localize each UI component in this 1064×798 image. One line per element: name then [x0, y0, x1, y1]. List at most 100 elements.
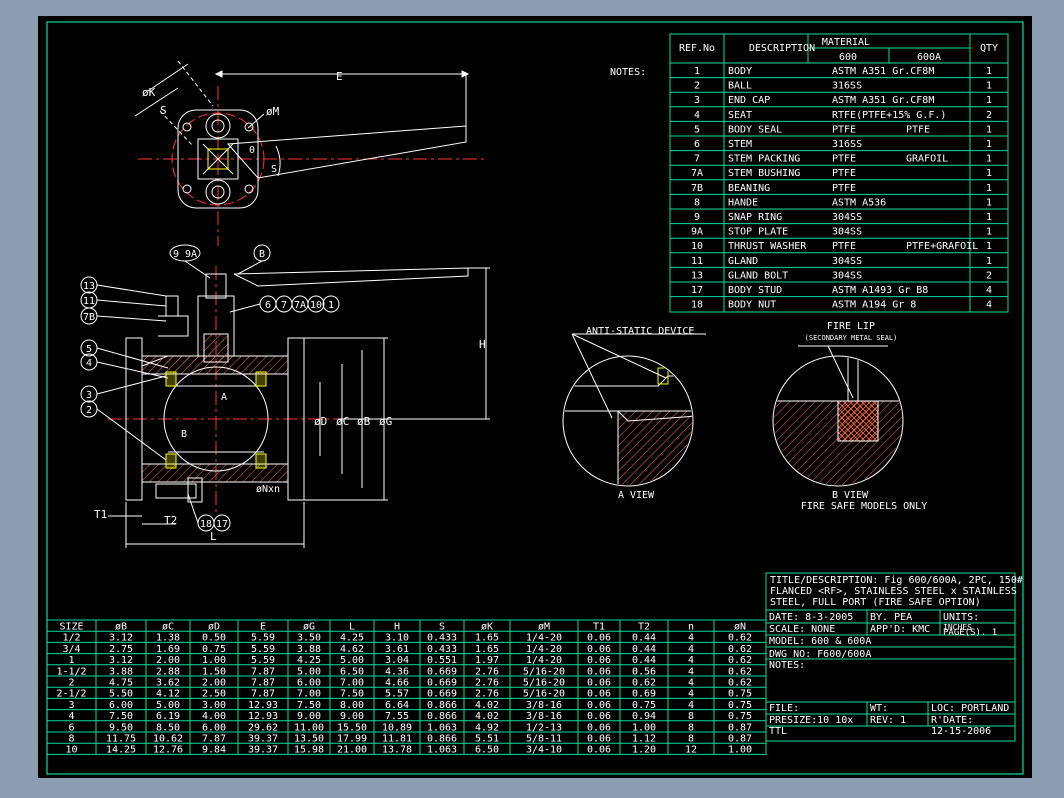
dim-table-cell: 5.50 — [109, 689, 133, 700]
mat-cell-desc: HANDE — [728, 197, 758, 208]
balloon-17: 17 — [216, 519, 228, 530]
dim-table-cell: 0.06 — [587, 689, 611, 700]
dim-table-cell: 12.93 — [248, 711, 278, 722]
dim-H-label: H — [479, 338, 486, 351]
mat-header-ref: REF.No — [679, 43, 715, 54]
dim-table-cell: 15.98 — [294, 745, 324, 756]
mat-cell-qty: 1 — [986, 154, 992, 165]
dim-table-cell: 3 — [68, 700, 74, 711]
dim-header-cell: øG — [303, 622, 315, 633]
dim-table-cell: 2 — [68, 678, 74, 689]
dim-table-cell: 0.75 — [728, 700, 752, 711]
dim-table-cell: 3.50 — [297, 633, 321, 644]
mat-cell-ref: 2 — [694, 81, 700, 92]
dim-table-cell: 12 — [685, 745, 697, 756]
angle-s-label: S — [271, 164, 277, 175]
dim-header-cell: E — [260, 622, 266, 633]
dim-table-cell: 0.669 — [427, 666, 457, 677]
mat-cell-ref: 10 — [691, 241, 703, 252]
anti-static-label: ANTI-STATIC DEVICE — [586, 326, 694, 337]
balloon-circles — [80, 244, 340, 532]
dim-table-cell: 0.44 — [632, 633, 656, 644]
dim-table-cell: 4.66 — [385, 678, 409, 689]
dim-table-cell: 0.06 — [587, 655, 611, 666]
mat-header-qty: QTY — [980, 43, 998, 54]
dim-table-cell: 0.56 — [632, 666, 656, 677]
dim-table-cell: 9.00 — [340, 711, 364, 722]
mat-cell-ref: 3 — [694, 95, 700, 106]
dim-header-cell: SIZE — [59, 622, 83, 633]
dim-table-cell: 4.92 — [475, 722, 499, 733]
dim-table-cell: 4.75 — [109, 678, 133, 689]
mat-cell-qty: 1 — [986, 66, 992, 77]
dim-table-cell: 0.62 — [728, 644, 752, 655]
dim-table-cell: 6.19 — [156, 711, 180, 722]
dim-table-cell: 10.62 — [153, 734, 183, 745]
dim-table-cell: 1-1/2 — [56, 666, 86, 677]
dim-table-cell: 4.02 — [475, 711, 499, 722]
dim-table-cell: 2.76 — [475, 689, 499, 700]
title-appd: APP'D: KMC — [870, 624, 930, 635]
mat-cell-m1: ASTM A351 Gr.CF8M — [832, 66, 934, 77]
dim-table-cell: 17.99 — [337, 734, 367, 745]
material-table-rows: 1 BODY ASTM A351 Gr.CF8M 12 BALL 316SS 13 END C… — [670, 66, 1008, 311]
dim-table-cell: 9.00 — [297, 711, 321, 722]
mat-cell-m2: PTFE — [906, 124, 930, 135]
mat-cell-m1: RTFE(PTFE+15% G.F.) — [832, 110, 946, 121]
mat-cell-ref: 18 — [691, 300, 703, 311]
mat-cell-desc: STOP PLATE — [728, 227, 788, 238]
mat-cell-ref: 9A — [691, 227, 703, 238]
mat-cell-qty: 1 — [986, 81, 992, 92]
mat-cell-ref: 8 — [694, 197, 700, 208]
mat-cell-ref: 4 — [694, 110, 700, 121]
mat-cell-qty: 1 — [986, 183, 992, 194]
dim-table-cell: 7.00 — [297, 689, 321, 700]
dim-header-cell: øN — [734, 622, 746, 633]
dim-table-cell: 5/16-20 — [523, 689, 565, 700]
mat-cell-desc: SNAP RING — [728, 212, 782, 223]
mat-header-600: 600 — [839, 52, 857, 63]
dim-table-cell: 4.25 — [297, 655, 321, 666]
dim-table-cell: 0.75 — [202, 644, 226, 655]
dim-C-label: øC — [336, 415, 349, 428]
mat-cell-desc: BODY SEAL — [728, 124, 782, 135]
dim-table-cell: 39.37 — [248, 745, 278, 756]
dim-table-cell: 6 — [68, 722, 74, 733]
dimension-table: SIZE øB øC øD EøG L H SøK øM T1 T2 n øN 1/2 3.12 1.38 0.… — [46, 619, 767, 756]
dim-table-cell: 13.50 — [294, 734, 324, 745]
dim-table-cell: 8.00 — [340, 700, 364, 711]
detail-b-view — [772, 345, 904, 487]
title-file: FILE: — [769, 703, 799, 714]
dim-table-cell: 8 — [68, 734, 74, 745]
dim-table-cell: 4.62 — [340, 644, 364, 655]
dim-table-cell: 13.78 — [382, 745, 412, 756]
mat-cell-desc: THRUST WASHER — [728, 241, 807, 252]
mat-cell-qty: 4 — [986, 300, 992, 311]
title-line-2: FLANCED <RF>, STAINLESS STEEL x STAINLES… — [770, 586, 1017, 597]
dim-table-cell: 4.12 — [156, 689, 180, 700]
dim-table-cell: 3.04 — [385, 655, 409, 666]
mat-cell-m1: PTFE — [832, 168, 856, 179]
balloon-5: 5 — [86, 344, 92, 355]
title-rdate: R'DATE: — [931, 715, 973, 726]
dim-table-cell: 0.75 — [728, 689, 752, 700]
section-a-label: A — [221, 392, 227, 403]
balloon-7: 7 — [281, 300, 287, 311]
balloon-6: 6 — [265, 300, 271, 311]
dim-B-label: øB — [357, 415, 371, 428]
dim-table-cell: 0.06 — [587, 745, 611, 756]
balloon-4: 4 — [86, 358, 92, 369]
dim-table-cell: 6.50 — [340, 666, 364, 677]
dim-table-cell: 7.87 — [202, 734, 226, 745]
mat-cell-desc: GLAND — [728, 256, 758, 267]
dim-table-cell: 3/4 — [62, 644, 80, 655]
title-units: UNITS: — [943, 612, 979, 623]
dim-table-cell: 0.44 — [632, 644, 656, 655]
dim-table-cell: 7.50 — [109, 711, 133, 722]
mat-cell-desc: BALL — [728, 81, 752, 92]
dim-table-cell: 0.433 — [427, 644, 457, 655]
dim-table-cell: 7.55 — [385, 711, 409, 722]
b-view-label: B VIEW — [832, 490, 869, 501]
dim-G-label: øG — [379, 415, 392, 428]
dim-T1-label: T1 — [94, 508, 107, 521]
